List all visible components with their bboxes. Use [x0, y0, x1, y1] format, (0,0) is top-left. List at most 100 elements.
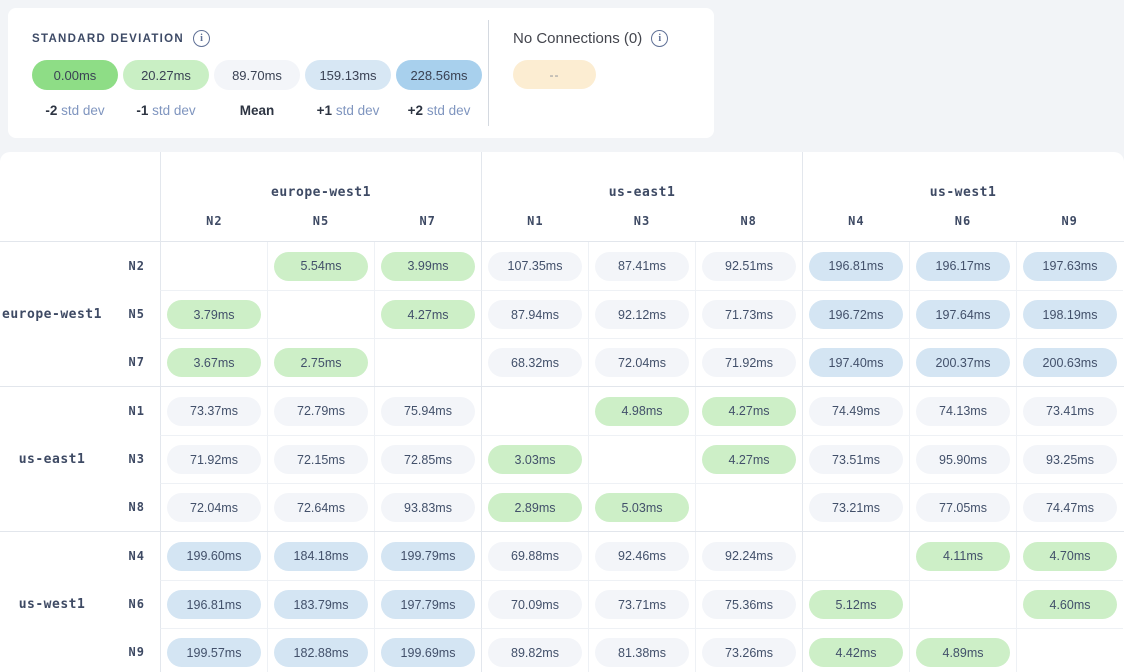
latency-pill: 199.57ms [167, 638, 261, 667]
latency-cell[interactable]: 5.54ms [267, 242, 374, 290]
latency-cell[interactable]: 199.60ms [160, 532, 267, 580]
latency-cell[interactable]: 4.27ms [695, 387, 802, 435]
latency-cell[interactable]: 92.12ms [588, 290, 695, 338]
latency-cell[interactable]: 197.64ms [909, 290, 1016, 338]
latency-cell[interactable]: 75.94ms [374, 387, 481, 435]
legend-item: 20.27ms-1 std dev [123, 60, 209, 118]
latency-cell[interactable]: 73.51ms [802, 435, 909, 483]
latency-cell[interactable]: 3.79ms [160, 290, 267, 338]
latency-cell-self [374, 338, 481, 386]
latency-cell[interactable]: 196.81ms [160, 580, 267, 628]
latency-cell[interactable]: 75.36ms [695, 580, 802, 628]
latency-cell[interactable]: 199.79ms [374, 532, 481, 580]
latency-cell[interactable]: 199.57ms [160, 628, 267, 672]
latency-cell[interactable]: 72.64ms [267, 483, 374, 531]
latency-cell[interactable]: 72.04ms [588, 338, 695, 386]
latency-cell[interactable]: 4.98ms [588, 387, 695, 435]
latency-cell[interactable]: 5.12ms [802, 580, 909, 628]
latency-cell[interactable]: 197.63ms [1016, 242, 1123, 290]
latency-pill: 197.63ms [1023, 252, 1117, 281]
latency-cell[interactable]: 70.09ms [481, 580, 588, 628]
latency-cell[interactable]: 196.72ms [802, 290, 909, 338]
latency-cell[interactable]: 81.38ms [588, 628, 695, 672]
latency-cell[interactable]: 4.70ms [1016, 532, 1123, 580]
latency-cell[interactable]: 74.47ms [1016, 483, 1123, 531]
latency-cell[interactable]: 87.94ms [481, 290, 588, 338]
latency-pill: 69.88ms [488, 542, 582, 571]
latency-cell[interactable]: 72.15ms [267, 435, 374, 483]
latency-cell[interactable]: 3.03ms [481, 435, 588, 483]
row-region-label: us-west1 [0, 532, 104, 672]
latency-cell[interactable]: 197.40ms [802, 338, 909, 386]
legend-threshold-pill: 0.00ms [32, 60, 118, 90]
latency-cell[interactable]: 73.26ms [695, 628, 802, 672]
latency-cell[interactable]: 184.18ms [267, 532, 374, 580]
latency-cell[interactable]: 71.92ms [160, 435, 267, 483]
latency-cell[interactable]: 4.89ms [909, 628, 1016, 672]
latency-cell[interactable]: 92.51ms [695, 242, 802, 290]
row-group-labels: europe-west1N2N5N7 [0, 242, 160, 386]
latency-cell[interactable]: 200.37ms [909, 338, 1016, 386]
latency-cell[interactable]: 199.69ms [374, 628, 481, 672]
legend-threshold-label: -2 std dev [45, 103, 104, 118]
latency-cell[interactable]: 92.24ms [695, 532, 802, 580]
info-icon[interactable]: i [193, 30, 210, 47]
latency-cell[interactable]: 93.83ms [374, 483, 481, 531]
latency-cell[interactable]: 73.21ms [802, 483, 909, 531]
latency-cell[interactable]: 73.71ms [588, 580, 695, 628]
row-node-label: N3 [104, 435, 160, 483]
latency-cell[interactable]: 68.32ms [481, 338, 588, 386]
latency-cell[interactable]: 182.88ms [267, 628, 374, 672]
latency-pill: 92.24ms [702, 542, 796, 571]
latency-cell[interactable]: 72.04ms [160, 483, 267, 531]
column-node-label: N3 [589, 214, 696, 228]
latency-cell[interactable]: 92.46ms [588, 532, 695, 580]
latency-cell[interactable]: 93.25ms [1016, 435, 1123, 483]
latency-cell[interactable]: 4.60ms [1016, 580, 1123, 628]
latency-cell[interactable]: 87.41ms [588, 242, 695, 290]
latency-cell[interactable]: 95.90ms [909, 435, 1016, 483]
latency-cell[interactable]: 71.73ms [695, 290, 802, 338]
latency-pill: 72.85ms [381, 445, 475, 474]
matrix-header: europe-west1N2N5N7us-east1N1N3N8us-west1… [0, 152, 1124, 241]
latency-cell[interactable]: 183.79ms [267, 580, 374, 628]
column-group-europe-west1: europe-west1N2N5N7 [160, 152, 481, 241]
latency-cell[interactable]: 198.19ms [1016, 290, 1123, 338]
latency-cell[interactable]: 77.05ms [909, 483, 1016, 531]
latency-cell[interactable]: 71.92ms [695, 338, 802, 386]
latency-cell[interactable]: 197.79ms [374, 580, 481, 628]
latency-pill: 3.67ms [167, 348, 261, 377]
latency-cell[interactable]: 107.35ms [481, 242, 588, 290]
latency-cell[interactable]: 4.11ms [909, 532, 1016, 580]
latency-pill: 71.92ms [167, 445, 261, 474]
latency-cell[interactable]: 4.42ms [802, 628, 909, 672]
latency-pill: 75.36ms [702, 590, 796, 619]
latency-pill: 72.15ms [274, 445, 368, 474]
latency-cell[interactable]: 74.13ms [909, 387, 1016, 435]
column-node-label: N7 [374, 214, 481, 228]
row-region-label: us-east1 [0, 387, 104, 531]
latency-cell[interactable]: 3.99ms [374, 242, 481, 290]
latency-pill: 73.51ms [809, 445, 903, 474]
latency-cell[interactable]: 73.37ms [160, 387, 267, 435]
latency-cell[interactable]: 4.27ms [695, 435, 802, 483]
legend-threshold-label: +1 std dev [317, 103, 380, 118]
latency-cell[interactable]: 196.81ms [802, 242, 909, 290]
latency-cell[interactable]: 69.88ms [481, 532, 588, 580]
latency-pill: 199.79ms [381, 542, 475, 571]
latency-cell[interactable]: 74.49ms [802, 387, 909, 435]
latency-cell[interactable]: 72.79ms [267, 387, 374, 435]
latency-cell[interactable]: 2.89ms [481, 483, 588, 531]
latency-cell[interactable]: 5.03ms [588, 483, 695, 531]
latency-cell[interactable]: 73.41ms [1016, 387, 1123, 435]
latency-cell[interactable]: 89.82ms [481, 628, 588, 672]
latency-cell[interactable]: 4.27ms [374, 290, 481, 338]
info-icon[interactable]: i [651, 30, 668, 47]
latency-cell[interactable]: 196.17ms [909, 242, 1016, 290]
latency-cell[interactable]: 3.67ms [160, 338, 267, 386]
latency-pill: 87.41ms [595, 252, 689, 281]
latency-cell[interactable]: 2.75ms [267, 338, 374, 386]
latency-pill: 89.82ms [488, 638, 582, 667]
latency-cell[interactable]: 200.63ms [1016, 338, 1123, 386]
latency-cell[interactable]: 72.85ms [374, 435, 481, 483]
